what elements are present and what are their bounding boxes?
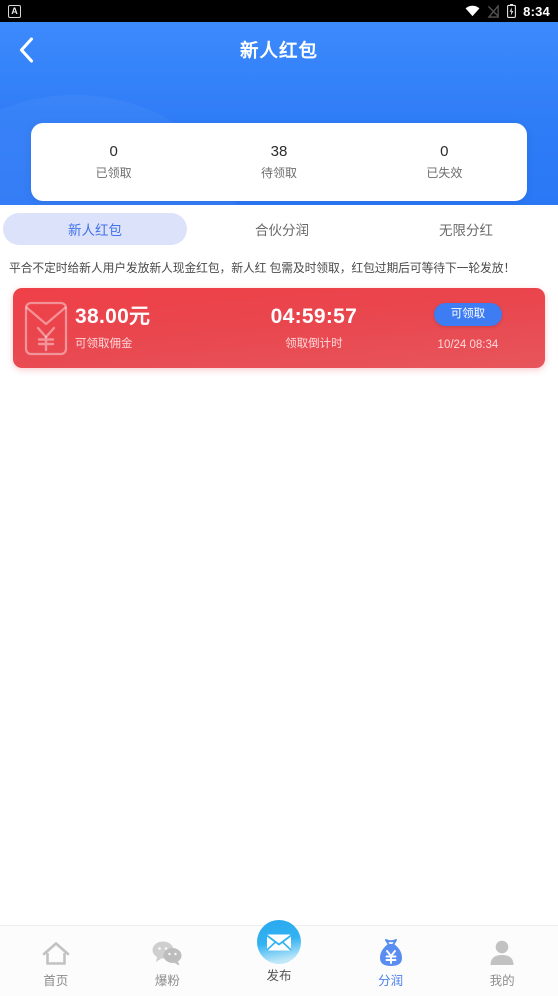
stat-value: 0 (440, 143, 449, 160)
nav-item-home[interactable]: 首页 (0, 926, 112, 989)
stats-card: 0 已领取 38 待领取 0 已失效 (31, 123, 527, 201)
nav-item-publish[interactable]: 发布 (223, 920, 335, 984)
packet-countdown-column: 04:59:57 领取倒计时 (237, 304, 391, 353)
status-bar-clock: 8:34 (523, 3, 550, 19)
claim-button[interactable]: 可领取 (433, 302, 503, 326)
money-bag-icon (377, 938, 405, 968)
app-notification-icon: A (8, 4, 21, 18)
chevron-left-icon (19, 37, 33, 63)
red-packet-card[interactable]: 38.00元 可领取佣金 04:59:57 领取倒计时 可领取 10/24 08… (13, 288, 545, 368)
back-button[interactable] (0, 22, 52, 78)
stat-value: 38 (270, 143, 288, 160)
stat-label: 已失效 (426, 166, 463, 180)
status-bar-left: A (8, 4, 21, 18)
packet-amount-column: 38.00元 可领取佣金 (75, 304, 237, 353)
stat-pending: 38 待领取 (196, 142, 361, 182)
nav-label: 爆粉 (154, 974, 180, 988)
packet-countdown: 04:59:57 (270, 304, 358, 328)
status-bar-right: 8:34 (465, 4, 550, 19)
status-bar: A 8:34 (0, 0, 558, 22)
description-text: 平合不定时给新人用户发放新人现金红包，新人红 包需及时领取，红包过期后可等待下一… (9, 261, 516, 275)
red-envelope-yuan-icon (13, 301, 79, 356)
chat-bubbles-icon (151, 938, 183, 968)
nav-item-profile[interactable]: 我的 (446, 926, 558, 989)
packet-countdown-label: 领取倒计时 (285, 337, 343, 350)
stat-claimed: 0 已领取 (31, 142, 196, 182)
packet-date: 10/24 08:34 (437, 338, 499, 351)
packet-amount-label: 可领取佣金 (75, 337, 133, 350)
nav-label: 我的 (489, 974, 515, 988)
nav-label: 分润 (378, 974, 404, 988)
packet-action-column: 可领取 10/24 08:34 (391, 302, 545, 354)
tab-partner-share[interactable]: 合伙分润 (190, 213, 374, 245)
nav-item-profit[interactable]: 分润 (335, 926, 447, 989)
nav-label: 首页 (43, 974, 69, 988)
tab-new-user-packet[interactable]: 新人红包 (3, 213, 187, 245)
wifi-icon (465, 5, 480, 17)
nav-item-fans[interactable]: 爆粉 (112, 926, 224, 989)
home-icon (41, 938, 71, 968)
nav-label: 发布 (266, 969, 292, 983)
page-title: 新人红包 (239, 40, 318, 61)
signal-off-icon (487, 4, 500, 18)
stat-expired: 0 已失效 (362, 142, 527, 182)
stat-label: 已领取 (95, 166, 132, 180)
stat-label: 待领取 (260, 166, 297, 180)
tab-bar: 新人红包 合伙分润 无限分红 (0, 205, 558, 253)
person-icon (488, 938, 516, 968)
page-header: 新人红包 0 已领取 38 待领取 0 已失效 (0, 22, 558, 205)
bottom-navigation: 首页 爆粉 发布 分润 我的 (0, 920, 558, 996)
envelope-circle-icon (256, 918, 302, 966)
stat-value: 0 (109, 143, 118, 160)
tab-unlimited-dividend[interactable]: 无限分红 (374, 213, 558, 245)
battery-icon (507, 4, 517, 18)
nav-bar: 新人红包 (0, 22, 558, 78)
packet-amount: 38.00元 (75, 304, 151, 328)
